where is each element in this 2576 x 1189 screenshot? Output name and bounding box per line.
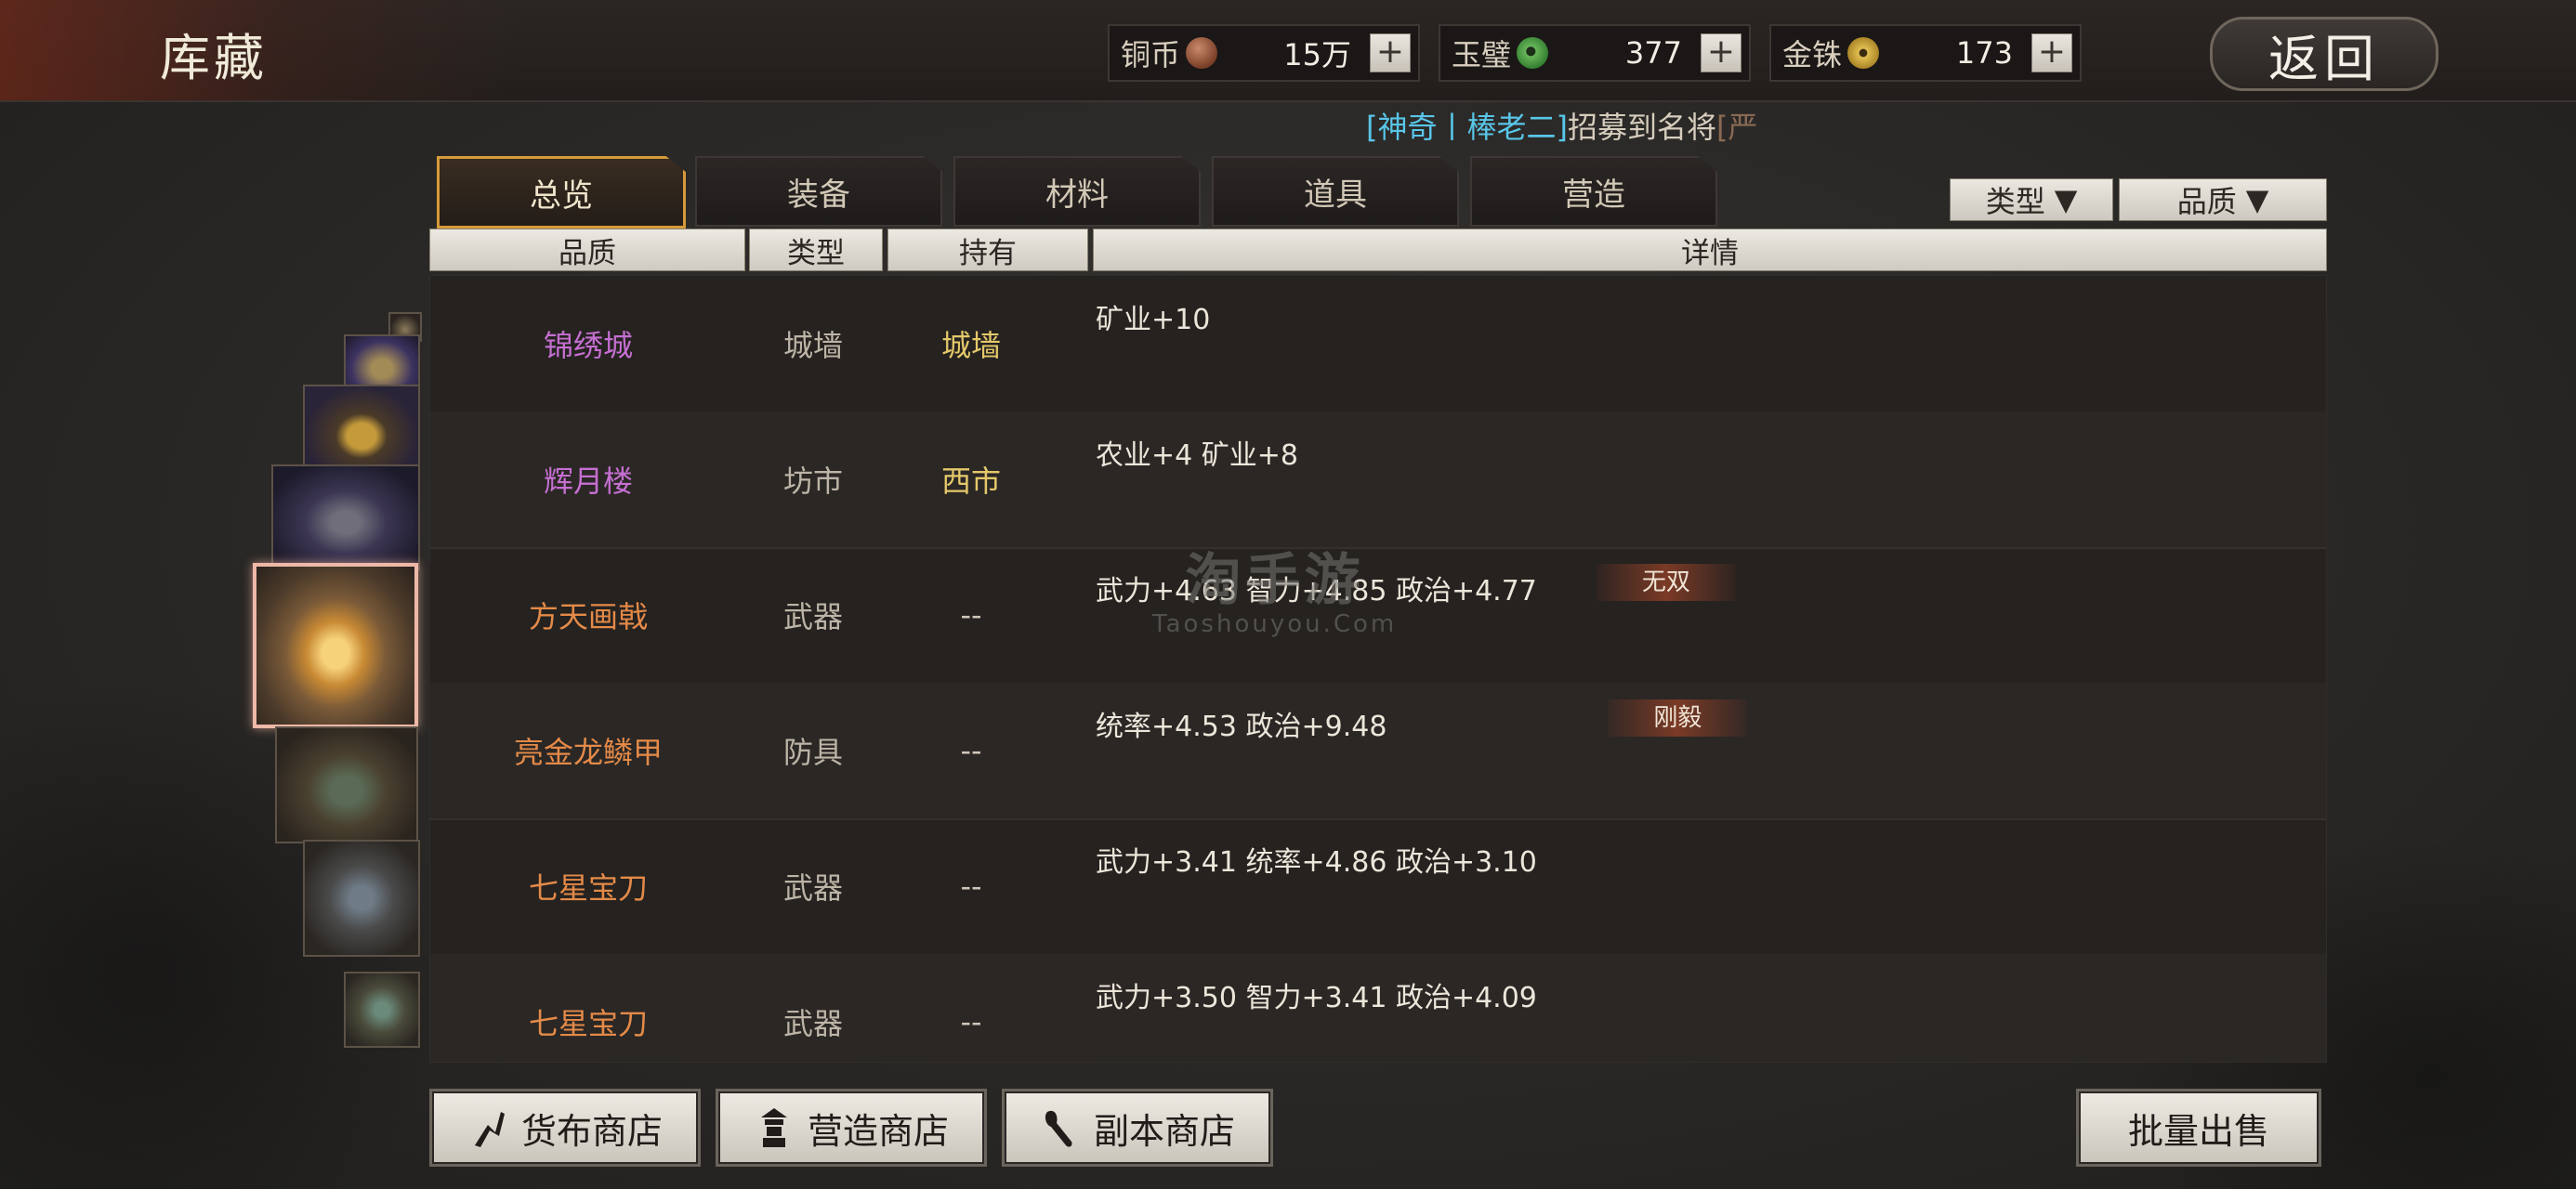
item-held: 城墙 xyxy=(940,328,1001,363)
jade-disc-icon xyxy=(1517,37,1549,69)
resource-label: 玉璧 xyxy=(1452,37,1512,72)
item-name: 锦绣城 xyxy=(543,328,633,363)
item-thumbnail[interactable] xyxy=(275,726,418,843)
currency-shop-label: 货布商店 xyxy=(520,1110,663,1152)
item-held: -- xyxy=(960,869,982,904)
item-name: 方天画戟 xyxy=(528,599,648,634)
page-title: 库藏 xyxy=(160,29,268,87)
back-button-label: 返回 xyxy=(2268,29,2380,88)
item-detail-text: 武力+3.50 智力+3.41 政治+4.09 xyxy=(1096,982,1537,1014)
item-type: 防具 xyxy=(782,735,843,770)
item-thumbnail[interactable] xyxy=(303,840,420,957)
marquee-bracket: [ xyxy=(1366,110,1378,145)
resource-copper: 铜币 15万 + xyxy=(1108,24,1420,82)
currency-shop-button[interactable]: 货布商店 xyxy=(429,1089,701,1167)
item-held: 西市 xyxy=(940,464,1001,499)
chevron-down-icon: ▼ xyxy=(2245,182,2269,217)
table-row[interactable]: 锦绣城 城墙 城墙 矿业+10 xyxy=(430,276,2326,413)
type-filter-label: 类型 xyxy=(1985,184,2045,219)
item-thumbnail-selected[interactable] xyxy=(253,563,418,728)
item-type: 坊市 xyxy=(782,464,843,499)
tab-materials[interactable]: 材料 xyxy=(953,156,1201,227)
marquee-tail: [严 xyxy=(1716,110,1758,145)
marquee-text: 招募到名将 xyxy=(1567,110,1716,145)
skill-badge: 无双 xyxy=(1596,564,1736,601)
item-table: 锦绣城 城墙 城墙 矿业+10 辉月楼 坊市 西市 农业+4 矿业+8 方天画戟… xyxy=(429,275,2327,1063)
item-detail-text: 武力+3.41 统率+4.86 政治+3.10 xyxy=(1096,846,1537,879)
column-header-quality[interactable]: 品质 xyxy=(429,229,745,271)
resource-value: 15万 xyxy=(1283,37,1351,72)
item-detail: 武力+3.41 统率+4.86 政治+3.10 xyxy=(1096,818,2304,974)
item-thumbnail[interactable] xyxy=(303,385,420,474)
item-type: 城墙 xyxy=(782,328,843,363)
add-jade-button[interactable]: + xyxy=(1701,33,1741,72)
item-held: -- xyxy=(960,1004,982,1039)
copper-coin-icon xyxy=(1186,37,1218,69)
chevron-down-icon: ▼ xyxy=(2054,182,2078,217)
quality-filter-label: 品质 xyxy=(2176,184,2237,219)
bulk-sell-label: 批量出售 xyxy=(2127,1110,2269,1152)
column-header-detail: 详情 xyxy=(1093,229,2327,271)
scroll-icon xyxy=(1045,1110,1072,1147)
quality-filter-dropdown[interactable]: 品质 ▼ xyxy=(2119,178,2327,221)
dungeon-shop-button[interactable]: 副本商店 xyxy=(1002,1089,1273,1167)
construction-shop-button[interactable]: 营造商店 xyxy=(716,1089,987,1167)
column-header-type[interactable]: 类型 xyxy=(749,229,883,271)
table-row[interactable]: 七星宝刀 武器 -- 武力+3.50 智力+3.41 政治+4.09 xyxy=(430,954,2326,1062)
watermark: 淘手游 Taoshouyou.Com xyxy=(1152,535,1397,638)
item-name: 亮金龙鳞甲 xyxy=(513,735,663,770)
coin-knife-icon xyxy=(474,1112,505,1147)
item-detail: 武力+3.50 智力+3.41 政治+4.09 xyxy=(1096,954,2304,1062)
type-filter-dropdown[interactable]: 类型 ▼ xyxy=(1950,178,2113,221)
item-held: -- xyxy=(960,733,982,768)
item-detail-text: 农业+4 矿业+8 xyxy=(1096,439,1298,472)
watermark-text: 淘手游 xyxy=(1185,548,1364,613)
item-detail: 矿业+10 xyxy=(1096,276,2304,432)
tab-equipment[interactable]: 装备 xyxy=(695,156,942,227)
item-thumbnail[interactable] xyxy=(344,972,420,1048)
resource-jade: 玉璧 377 + xyxy=(1439,24,1751,82)
tower-icon xyxy=(760,1108,787,1147)
item-type: 武器 xyxy=(782,1006,843,1041)
item-name: 七星宝刀 xyxy=(528,870,648,906)
table-row[interactable]: 亮金龙鳞甲 防具 -- 统率+4.53 政治+9.48 刚毅 xyxy=(430,683,2326,820)
column-header-held[interactable]: 持有 xyxy=(887,229,1088,271)
item-detail-text: 统率+4.53 政治+9.48 xyxy=(1096,711,1387,743)
skill-badge: 刚毅 xyxy=(1608,699,1748,737)
marquee-player-name[interactable]: 神奇丨棒老二 xyxy=(1377,110,1556,145)
resource-gold: 金铢 173 + xyxy=(1769,24,2082,82)
item-detail-text: 矿业+10 xyxy=(1096,304,1211,336)
add-gold-button[interactable]: + xyxy=(2031,33,2072,72)
resource-value: 377 xyxy=(1624,35,1682,71)
item-thumbnail[interactable] xyxy=(271,464,420,570)
tab-items[interactable]: 道具 xyxy=(1212,156,1459,227)
tab-construction[interactable]: 营造 xyxy=(1470,156,1717,227)
bulk-sell-button[interactable]: 批量出售 xyxy=(2076,1089,2321,1167)
gold-coin-icon xyxy=(1847,37,1880,69)
add-copper-button[interactable]: + xyxy=(1370,33,1411,72)
item-name: 七星宝刀 xyxy=(528,1006,648,1041)
top-bar: 库藏 铜币 15万 + 玉璧 377 + 金铢 173 + 返回 xyxy=(0,0,2576,102)
table-row[interactable]: 辉月楼 坊市 西市 农业+4 矿业+8 xyxy=(430,412,2326,549)
item-type: 武器 xyxy=(782,870,843,906)
item-held: -- xyxy=(960,597,982,633)
resource-label: 金铢 xyxy=(1782,37,1843,72)
broadcast-marquee: [神奇丨棒老二]招募到名将[严 xyxy=(1366,104,1758,147)
tab-overview[interactable]: 总览 xyxy=(437,156,686,229)
table-row[interactable]: 七星宝刀 武器 -- 武力+3.41 统率+4.86 政治+3.10 xyxy=(430,818,2326,956)
construction-shop-label: 营造商店 xyxy=(807,1110,949,1152)
resource-value: 173 xyxy=(1955,35,2013,71)
marquee-bracket: ] xyxy=(1556,110,1568,145)
back-button[interactable]: 返回 xyxy=(2210,17,2438,91)
item-name: 辉月楼 xyxy=(543,464,633,499)
item-thumbnail[interactable] xyxy=(344,334,420,392)
watermark-url: Taoshouyou.Com xyxy=(1152,610,1398,638)
dungeon-shop-label: 副本商店 xyxy=(1093,1110,1235,1152)
item-detail: 统率+4.53 政治+9.48 刚毅 xyxy=(1096,683,2304,839)
resource-label: 铜币 xyxy=(1121,37,1181,72)
item-type: 武器 xyxy=(782,599,843,634)
